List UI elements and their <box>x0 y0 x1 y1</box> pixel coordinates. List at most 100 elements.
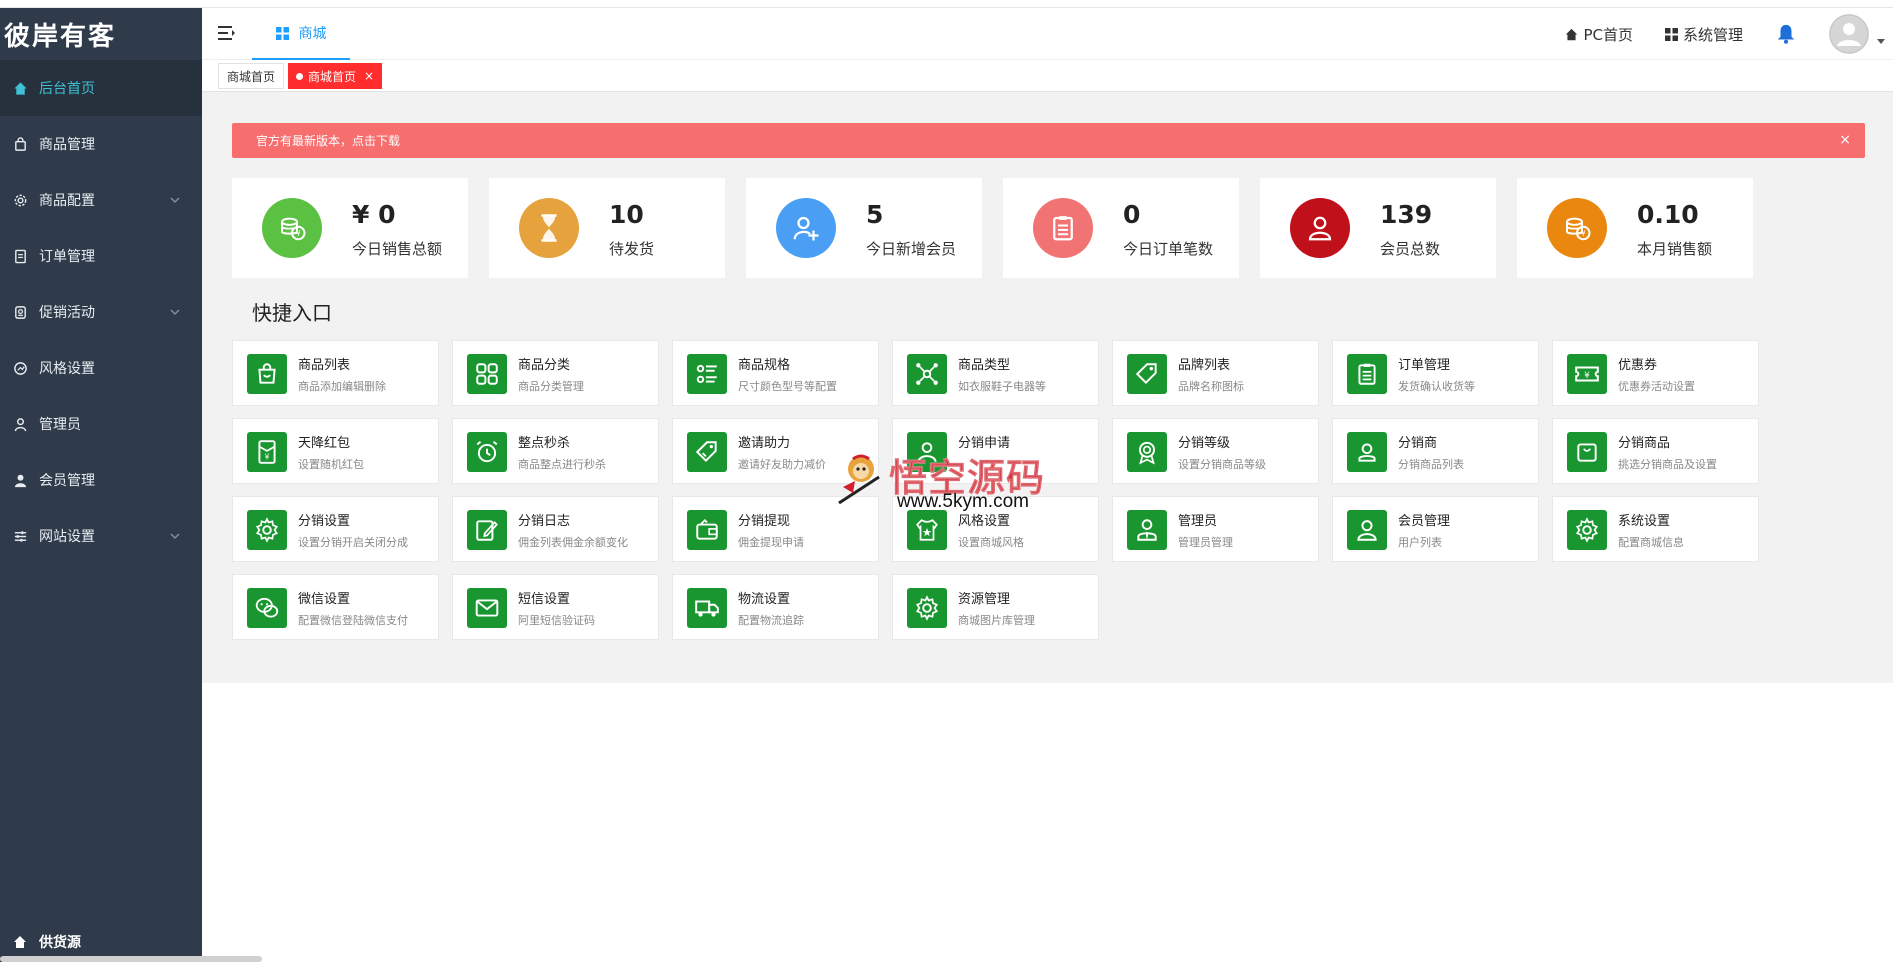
stat-label: 本月销售额 <box>1637 240 1713 258</box>
quick-entry-title: 品牌列表 <box>1178 358 1231 373</box>
tag-icon <box>1127 354 1167 394</box>
quick-entry-subtitle: 佣金列表佣金余额变化 <box>518 536 628 549</box>
quick-entry-card[interactable]: ¥ 优惠券 优惠券活动设置 <box>1552 340 1759 406</box>
stat-value: 5 <box>866 200 884 229</box>
notice-close-icon[interactable]: × <box>1839 132 1851 148</box>
quick-entry-card[interactable]: 分销日志 佣金列表佣金余额变化 <box>452 496 659 562</box>
stat-label: 待发货 <box>609 240 655 258</box>
sidebar-item-label: 商品配置 <box>39 193 95 209</box>
quick-entry-title: 分销设置 <box>298 514 351 529</box>
quick-entry-card[interactable]: 系统设置配置商城信息 <box>1552 496 1759 562</box>
quick-entry-card[interactable]: ¥ 天降红包 设置随机红包 <box>232 418 439 484</box>
quick-entry-title: 会员管理 <box>1398 514 1451 529</box>
close-tab-icon[interactable]: × <box>364 69 374 83</box>
horizontal-scrollbar[interactable] <box>0 956 262 962</box>
user-outline-icon <box>12 416 28 432</box>
quick-entry-card[interactable]: 商品规格 尺寸颜色型号等配置 <box>672 340 879 406</box>
sidebar-item-3[interactable]: 商品配置 <box>0 172 202 228</box>
gear-icon <box>907 588 947 628</box>
quick-entry-card[interactable]: 分销设置设置分销开启关闭分成 <box>232 496 439 562</box>
quick-entry-title: 商品规格 <box>738 358 791 373</box>
page-tab-current[interactable]: 商城首页 × <box>288 63 383 89</box>
sidebar-item-6[interactable]: 风格设置 <box>0 340 202 396</box>
badge-icon <box>12 304 28 320</box>
gear-icon <box>247 510 287 550</box>
bag-icon <box>1567 432 1607 472</box>
wallet-icon <box>687 510 727 550</box>
tab-mall[interactable]: 商城 <box>252 8 350 60</box>
quick-entry-card[interactable]: 品牌列表 品牌名称图标 <box>1112 340 1319 406</box>
quick-entry-card[interactable]: 分销等级 设置分销商品等级 <box>1112 418 1319 484</box>
quick-entry-title: 资源管理 <box>958 592 1011 607</box>
gauge-icon <box>12 360 28 376</box>
quick-entry-card[interactable]: 商品分类 商品分类管理 <box>452 340 659 406</box>
quick-entry-subtitle: 阿里短信验证码 <box>518 614 595 627</box>
quick-entry-subtitle: 配置商城信息 <box>1618 536 1684 549</box>
quick-entry-card[interactable]: 商品类型 如衣服鞋子电器等 <box>892 340 1099 406</box>
quick-entry-title: 整点秒杀 <box>518 436 571 451</box>
quick-entry-card[interactable]: 分销商 分销商品列表 <box>1332 418 1539 484</box>
notice-text[interactable]: 官方有最新版本，点击下载 <box>256 132 400 149</box>
update-notice[interactable]: 官方有最新版本，点击下载 × <box>232 123 1865 158</box>
page-tab-current-label: 商城首页 <box>308 69 357 84</box>
edit-icon <box>467 510 507 550</box>
quick-entry-title: 快捷入口 <box>252 301 332 325</box>
bell-icon[interactable] <box>1775 23 1797 45</box>
sidebar-item-8[interactable]: 会员管理 <box>0 452 202 508</box>
sidebar-item-9[interactable]: 网站设置 <box>0 508 202 564</box>
quick-entry-card[interactable]: 管理员 管理员管理 <box>1112 496 1319 562</box>
quick-entry-card[interactable]: 订单管理 发货确认收货等 <box>1332 340 1539 406</box>
document-icon <box>12 248 28 264</box>
stat-value: ¥ 0 <box>352 200 396 229</box>
quick-entry-card[interactable]: 会员管理 用户列表 <box>1332 496 1539 562</box>
quick-entry-card[interactable]: 微信设置 配置微信登陆微信支付 <box>232 574 439 640</box>
sidebar-item-label: 会员管理 <box>39 473 95 489</box>
quick-entry-title: 天降红包 <box>298 436 351 451</box>
tab-mall-label: 商城 <box>298 26 327 42</box>
menu-toggle-icon[interactable] <box>218 25 236 41</box>
sidebar-item-2[interactable]: 商品管理 <box>0 116 202 172</box>
stat-card: 139 会员总数 <box>1260 178 1496 278</box>
stat-card: 5 今日新增会员 <box>746 178 982 278</box>
svg-text:¥: ¥ <box>1581 229 1586 238</box>
quick-entry-card[interactable]: 分销商品 挑选分销商品及设置 <box>1552 418 1759 484</box>
svg-text:¥: ¥ <box>296 229 301 238</box>
quick-entry-subtitle: 配置物流追踪 <box>738 614 804 627</box>
quick-entry-card[interactable]: 物流设置配置物流追踪 <box>672 574 879 640</box>
caret-down-icon[interactable] <box>1877 39 1885 45</box>
stat-label: 今日订单笔数 <box>1123 240 1214 258</box>
quick-entry-subtitle: 商品分类管理 <box>518 380 584 393</box>
sidebar-item-label: 后台首页 <box>39 81 95 97</box>
sidebar-item-1[interactable]: 后台首页 <box>0 60 202 116</box>
quick-entry-subtitle: 优惠券活动设置 <box>1618 380 1695 393</box>
quick-entry-title: 物流设置 <box>738 592 791 607</box>
top-strip <box>0 0 1893 8</box>
sidebar-item-7[interactable]: 管理员 <box>0 396 202 452</box>
quick-entry-card[interactable]: 商品列表 商品添加编辑删除 <box>232 340 439 406</box>
page-tab-home[interactable]: 商城首页 <box>218 63 285 89</box>
sidebar-item-label: 网站设置 <box>39 529 95 545</box>
svg-text:¥: ¥ <box>1584 371 1590 381</box>
quick-entry-card[interactable]: 短信设置 阿里短信验证码 <box>452 574 659 640</box>
quick-entry-title: 分销提现 <box>738 514 791 529</box>
sidebar-item-4[interactable]: 订单管理 <box>0 228 202 284</box>
quick-entry-subtitle: 配置微信登陆微信支付 <box>298 614 408 627</box>
quick-entry-subtitle: 发货确认收货等 <box>1398 380 1475 393</box>
pc-home-link[interactable]: PC首页 <box>1565 24 1633 45</box>
quick-entry-subtitle: 用户列表 <box>1398 536 1442 549</box>
home-icon <box>1566 28 1578 40</box>
quick-entry-title: 系统设置 <box>1618 514 1671 529</box>
wechat-icon <box>247 588 287 628</box>
system-manage-label: 系统管理 <box>1682 25 1743 44</box>
quick-entry-card[interactable]: 资源管理 商城图片库管理 <box>892 574 1099 640</box>
quick-entry-subtitle: 设置分销商品等级 <box>1178 458 1266 471</box>
brand-logo[interactable]: 彼岸有客 <box>0 8 202 60</box>
quick-entry-subtitle: 设置分销开启关闭分成 <box>298 536 408 549</box>
system-manage-link[interactable]: 系统管理 <box>1664 24 1743 45</box>
sidebar-item-5[interactable]: 促销活动 <box>0 284 202 340</box>
avatar[interactable] <box>1829 14 1869 54</box>
watermark: 悟空源码 www.5kym.com <box>833 447 1063 515</box>
network-icon <box>907 354 947 394</box>
chevron-down-icon <box>170 309 180 315</box>
quick-entry-card[interactable]: 整点秒杀 商品整点进行秒杀 <box>452 418 659 484</box>
